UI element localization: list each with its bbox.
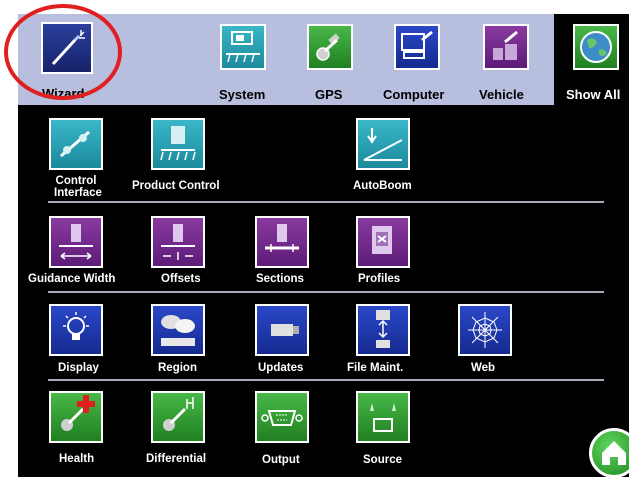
web-button[interactable] [458,304,512,356]
profiles-icon [372,226,392,254]
source-label: Source [363,454,402,466]
vehicle-label: Vehicle [479,87,524,102]
serial-port-icon [261,410,303,426]
differential-icon [163,397,194,431]
section-divider [48,291,604,293]
updates-button[interactable] [255,304,309,356]
output-label: Output [262,454,300,466]
system-label: System [219,87,266,102]
source-button[interactable] [356,391,410,443]
guidance-width-icon [59,224,93,260]
autoboom-button[interactable] [356,118,410,170]
category-bar: Wizard System GPS Computer Vehicle [18,14,554,105]
health-label: Health [59,453,95,465]
region-button[interactable] [151,304,205,356]
autoboom-icon [363,128,403,161]
profiles-button[interactable] [356,216,410,268]
wizard-button[interactable] [41,22,93,74]
differential-button[interactable] [151,391,205,443]
web-label: Web [471,362,496,374]
show-all-label: Show All [566,87,621,102]
gps-label: GPS [315,87,343,102]
spider-web-icon [468,312,502,348]
health-button[interactable] [49,391,103,443]
wizard-label: Wizard [42,86,85,101]
settings-screen: Wizard System GPS Computer Vehicle Show … [18,14,629,477]
profiles-label: Profiles [358,273,401,285]
usb-drive-icon [271,324,299,336]
file-maint-button[interactable] [356,304,410,356]
sections-button[interactable] [255,216,309,268]
region-label: Region [158,362,197,374]
home-icon [602,441,626,465]
offsets-icon [161,224,195,260]
guidance-width-button[interactable] [49,216,103,268]
system-icon [226,31,260,63]
vehicle-icon [493,30,518,60]
computer-button[interactable] [394,24,440,70]
home-button[interactable] [589,428,629,477]
vehicle-button[interactable] [483,24,529,70]
product-control-button[interactable] [151,118,205,170]
file-maint-label: File Maint. [347,362,404,374]
computer-icon [401,30,433,59]
magic-wand-icon [51,30,85,66]
computer-label: Computer [383,87,445,102]
control-interface-label: Control Interface [54,175,102,199]
lightbulb-icon [63,312,89,340]
product-control-label: Product Control [132,180,220,192]
output-button[interactable] [255,391,309,443]
offsets-button[interactable] [151,216,205,268]
guidance-width-label: Guidance Width [28,273,116,285]
sections-icon [265,224,299,252]
updates-label: Updates [258,362,304,374]
control-interface-button[interactable] [49,118,103,170]
source-icon [370,403,396,432]
show-all-button[interactable] [573,24,619,70]
section-divider [48,379,604,381]
health-icon [61,395,95,431]
gps-button[interactable] [307,24,353,70]
offsets-label: Offsets [161,273,201,285]
gps-icon [316,33,340,61]
section-divider [48,201,604,203]
system-button[interactable] [220,24,266,70]
display-button[interactable] [49,304,103,356]
file-transfer-icon [376,310,390,348]
sections-label: Sections [256,273,304,285]
globe-icon [580,31,612,63]
product-control-icon [160,126,196,161]
region-icon [161,315,195,346]
control-interface-icon [60,130,90,158]
autoboom-label: AutoBoom [353,180,412,192]
differential-label: Differential [146,453,207,465]
display-label: Display [58,362,99,374]
